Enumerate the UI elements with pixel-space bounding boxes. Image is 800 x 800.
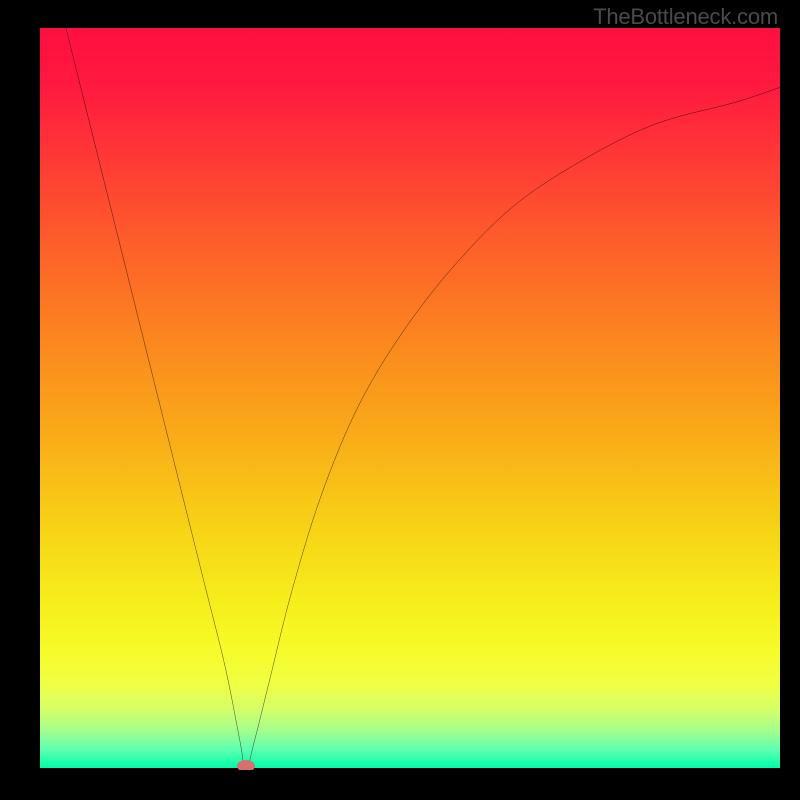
minimum-marker [237,760,255,770]
plot-area [40,28,780,770]
watermark-label: TheBottleneck.com [593,4,778,30]
chart-frame: TheBottleneck.com [0,0,800,800]
bottleneck-curve [40,28,780,770]
